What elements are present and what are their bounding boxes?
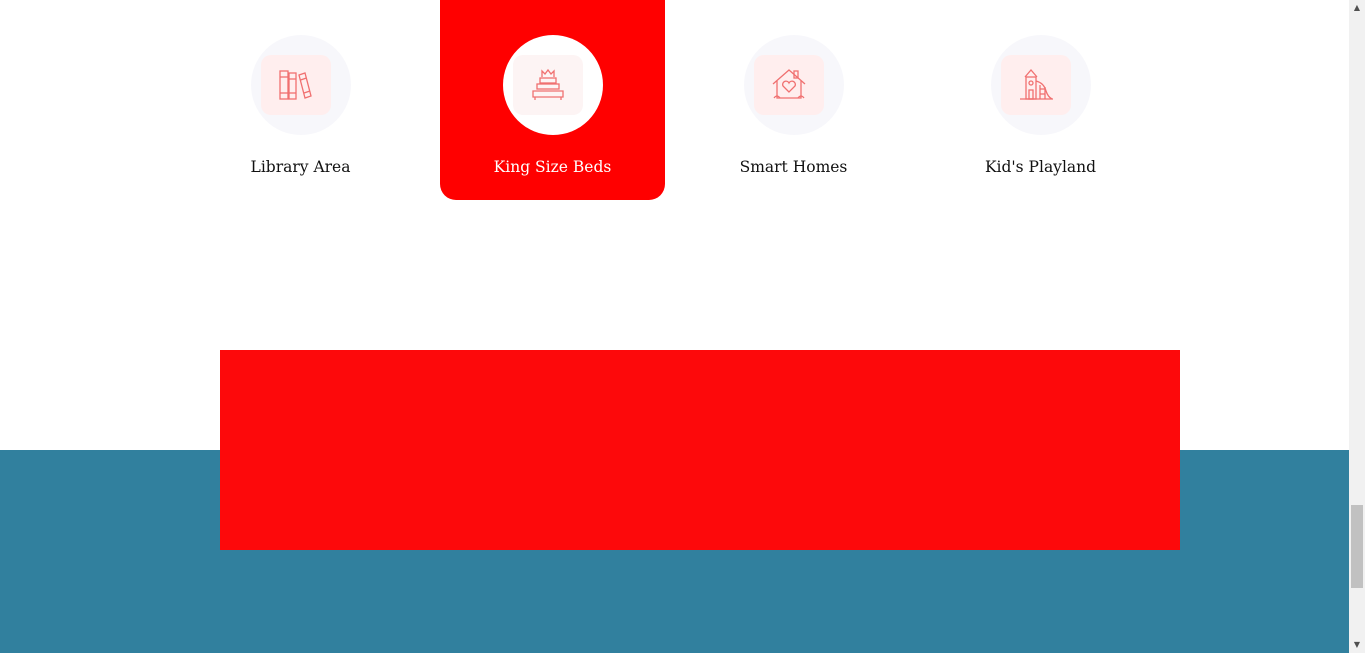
amenity-kids-playland[interactable]: Kid's Playland — [928, 0, 1153, 200]
amenity-icon-tile — [512, 55, 583, 115]
playland-icon — [1019, 69, 1053, 100]
scroll-down-arrow-icon[interactable]: ▼ — [1349, 637, 1365, 653]
amenity-icon-tile — [260, 55, 331, 115]
amenity-icon-tile — [753, 55, 824, 115]
amenity-icon-circle — [743, 35, 844, 135]
amenity-icon-circle — [250, 35, 351, 135]
amenity-label: Smart Homes — [739, 158, 848, 176]
main-content: Library Area King Size Beds Smart Homes … — [0, 0, 1349, 653]
smart-home-icon — [772, 69, 805, 99]
amenity-label: Library Area — [250, 158, 351, 176]
amenity-label: Kid's Playland — [984, 158, 1097, 176]
amenity-king-size-beds[interactable]: King Size Beds — [440, 0, 665, 200]
books-icon — [278, 70, 312, 100]
amenity-icon-circle — [502, 35, 603, 135]
amenity-label: King Size Beds — [493, 158, 612, 176]
amenity-library-area[interactable]: Library Area — [188, 0, 413, 200]
page: Library Area King Size Beds Smart Homes … — [0, 0, 1365, 653]
amenity-smart-homes[interactable]: Smart Homes — [681, 0, 906, 200]
vertical-scrollbar[interactable]: ▲ ▼ — [1349, 0, 1365, 653]
amenity-icon-tile — [1000, 55, 1071, 115]
scroll-up-arrow-icon[interactable]: ▲ — [1349, 0, 1365, 16]
scrollbar-thumb[interactable] — [1351, 505, 1363, 588]
promo-banner — [220, 350, 1180, 550]
amenity-icon-circle — [990, 35, 1091, 135]
bed-icon — [531, 68, 564, 100]
